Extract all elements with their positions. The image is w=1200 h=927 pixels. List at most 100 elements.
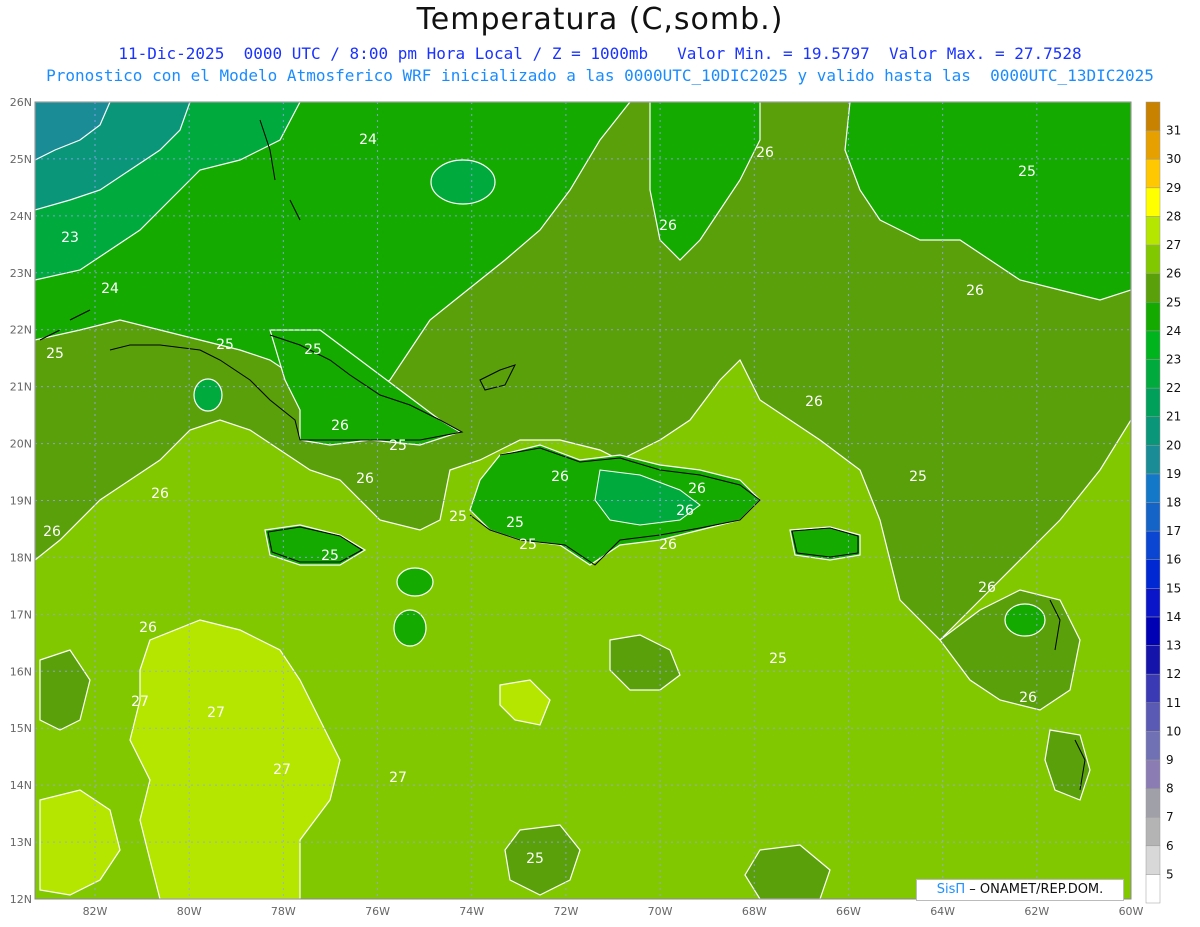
contour-label: 27: [273, 762, 291, 778]
contour-label: 24: [359, 132, 377, 148]
contour-label: 26: [659, 218, 677, 234]
colorbar-label: 10: [1166, 724, 1181, 738]
colorbar: 5 6 7 8 9 10 11 12 13 14 15 16 17 18 19 20 21 22 23 24 25 26 2…: [1145, 101, 1181, 904]
contour-label: 26: [805, 394, 823, 410]
colorbar-label: 16: [1166, 553, 1181, 567]
lat-label: 17N: [10, 608, 32, 621]
colorbar-swatch: [1145, 244, 1161, 274]
longitude-labels: 82W 80W 78W 76W 74W 72W 70W 68W 66W 64W 62W 60W: [83, 905, 1144, 918]
colorbar-swatch: [1145, 588, 1161, 618]
colorbar-label: 13: [1166, 639, 1181, 653]
contour-label: 26: [966, 283, 984, 299]
contour-label: 26: [688, 481, 706, 497]
colorbar-swatch: [1145, 559, 1161, 589]
colorbar-label: 15: [1166, 581, 1181, 595]
temp-cell: [393, 609, 427, 647]
colorbar-label: 29: [1166, 181, 1181, 195]
colorbar-label: 12: [1166, 667, 1181, 681]
lat-label: 13N: [10, 836, 32, 849]
colorbar-swatch: [1145, 359, 1161, 389]
map-title: Temperatura (C,somb.): [416, 2, 784, 37]
temp-cell: [430, 159, 496, 205]
colorbar-swatch: [1145, 616, 1161, 646]
colorbar-label: 18: [1166, 496, 1181, 510]
contour-label: 25: [526, 851, 544, 867]
colorbar-label: 8: [1166, 782, 1174, 796]
lon-label: 78W: [271, 905, 296, 918]
lat-label: 19N: [10, 495, 32, 508]
colorbar-label: 25: [1166, 295, 1181, 309]
contour-label: 26: [551, 469, 569, 485]
contour-label: 25: [909, 469, 927, 485]
temperature-map: 26N 25N 24N 23N 22N 21N 20N 19N 18N 17N 16N 15N 14N 1…: [10, 96, 1182, 918]
colorbar-label: 27: [1166, 238, 1181, 252]
colorbar-swatch: [1145, 101, 1161, 131]
lat-label: 15N: [10, 722, 32, 735]
lat-label: 25N: [10, 153, 32, 166]
lat-label: 21N: [10, 381, 32, 394]
temp-zone-puertorico: [789, 526, 861, 561]
subtitle-model-info: Pronostico con el Modelo Atmosferico WRF…: [46, 66, 1154, 85]
contour-label: 25: [46, 346, 64, 362]
colorbar-swatch: [1145, 874, 1161, 904]
colorbar-label: 5: [1166, 867, 1174, 881]
colorbar-swatch: [1145, 759, 1161, 789]
colorbar-swatch: [1145, 673, 1161, 704]
colorbar-swatch: [1145, 816, 1161, 847]
contour-label: 27: [131, 694, 149, 710]
colorbar-swatch: [1145, 473, 1161, 503]
contour-label: 26: [756, 145, 774, 161]
contour-label: 24: [101, 281, 119, 297]
colorbar-swatch: [1145, 216, 1161, 246]
contour-label: 25: [321, 548, 339, 564]
contour-label: 25: [304, 342, 322, 358]
credit-box: SisΠ – ONAMET/REP.DOM.: [916, 879, 1124, 901]
lat-label: 26N: [10, 96, 32, 109]
lon-label: 74W: [459, 905, 484, 918]
sispi-logo: SisΠ: [936, 882, 966, 897]
contour-label: 26: [151, 486, 169, 502]
contour-label: 25: [216, 337, 234, 353]
lat-label: 24N: [10, 210, 32, 223]
colorbar-swatch: [1145, 302, 1161, 332]
colorbar-label: 20: [1166, 438, 1181, 452]
contour-label: 27: [389, 770, 407, 786]
temp-cell: [396, 567, 434, 597]
lat-label: 20N: [10, 438, 32, 451]
contour-label: 23: [61, 230, 79, 246]
colorbar-label: 9: [1166, 753, 1174, 767]
colorbar-swatch: [1145, 158, 1161, 189]
colorbar-swatch: [1145, 502, 1161, 532]
colorbar-swatch: [1145, 330, 1161, 360]
lon-label: 60W: [1119, 905, 1144, 918]
lon-label: 80W: [177, 905, 202, 918]
lon-label: 70W: [648, 905, 673, 918]
contour-label: 25: [519, 537, 537, 553]
contour-label: 25: [1018, 164, 1036, 180]
contour-label: 25: [449, 509, 467, 525]
colorbar-swatch: [1145, 731, 1161, 761]
lon-label: 72W: [553, 905, 578, 918]
contour-label: 25: [506, 515, 524, 531]
colorbar-swatch: [1145, 130, 1161, 160]
contour-label: 26: [331, 418, 349, 434]
colorbar-label: 6: [1166, 839, 1174, 853]
contour-label: 26: [659, 537, 677, 553]
lon-label: 62W: [1024, 905, 1049, 918]
colorbar-label: 26: [1166, 267, 1181, 281]
contour-label: 26: [43, 524, 61, 540]
credit-org: – ONAMET/REP.DOM.: [969, 882, 1104, 897]
colorbar-label: 19: [1166, 467, 1181, 481]
contour-label: 26: [1019, 690, 1037, 706]
lat-label: 12N: [10, 893, 32, 906]
colorbar-label: 17: [1166, 524, 1181, 538]
colorbar-swatch: [1145, 788, 1161, 818]
colorbar-label: 31: [1166, 124, 1181, 138]
contour-label: 27: [207, 705, 225, 721]
temp-cell: [1004, 603, 1046, 637]
colorbar-label: 23: [1166, 352, 1181, 366]
colorbar-swatch: [1145, 645, 1161, 675]
colorbar-swatch: [1145, 445, 1161, 475]
lat-label: 23N: [10, 267, 32, 280]
lon-label: 64W: [930, 905, 955, 918]
